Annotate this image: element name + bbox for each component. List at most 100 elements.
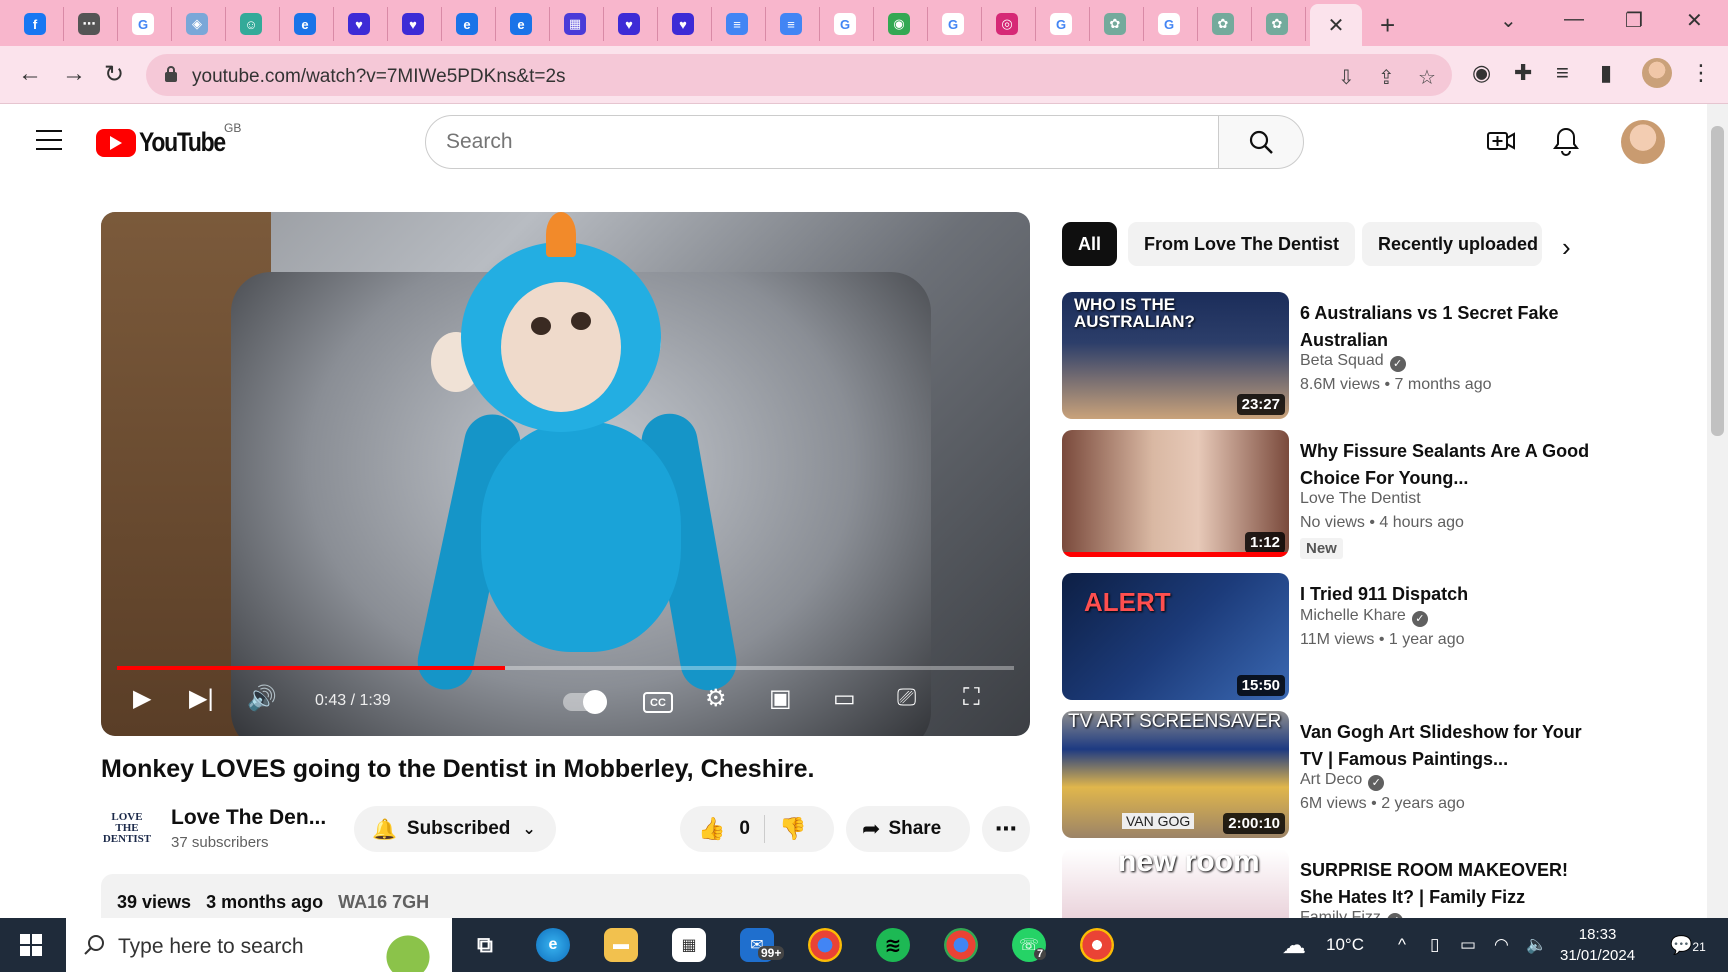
volume-icon[interactable]: 🔊 xyxy=(247,684,277,713)
recommendation-title[interactable]: Why Fissure Sealants Are A Good Choice F… xyxy=(1300,438,1590,492)
microsoft-store-icon[interactable]: ▦ xyxy=(672,928,706,962)
taskbar-clock[interactable]: 18:33 31/01/2024 xyxy=(1560,924,1635,966)
new-tab-button[interactable]: + xyxy=(1380,10,1395,41)
battery-icon[interactable]: ▭ xyxy=(1460,935,1476,955)
weather-temp[interactable]: 10°C xyxy=(1326,935,1364,955)
edge-icon[interactable]: e xyxy=(536,928,570,962)
browser-tab[interactable]: e xyxy=(500,7,550,41)
browser-tab[interactable]: ◎ xyxy=(986,7,1036,41)
share-button[interactable]: ➦ Share xyxy=(846,806,970,852)
video-thumbnail[interactable]: TV ART SCREENSAVER VAN GOG 2:00:10 xyxy=(1062,711,1289,838)
recommendation-channel[interactable]: Love The Dentist xyxy=(1300,490,1421,508)
page-scrollbar[interactable] xyxy=(1707,104,1728,918)
recommendation-channel[interactable]: Family Fizz✓ xyxy=(1300,909,1403,918)
chevron-right-icon[interactable]: › xyxy=(1562,232,1571,263)
browser-tab[interactable]: ◈ xyxy=(176,7,226,41)
autoplay-toggle[interactable] xyxy=(563,690,607,714)
close-tab-icon[interactable]: ✕ xyxy=(1328,13,1345,38)
captions-button[interactable]: CC xyxy=(643,692,673,713)
video-player[interactable]: ▶ ▶| 🔊 0:43 / 1:39 CC ⚙ ▣ ▭ ⎚ ⛶ xyxy=(101,212,1030,736)
recommendation-title[interactable]: Van Gogh Art Slideshow for Your TV | Fam… xyxy=(1300,719,1590,773)
tray-chevron-icon[interactable]: ^ xyxy=(1398,935,1406,955)
recommendation-title[interactable]: SURPRISE ROOM MAKEOVER! She Hates It? | … xyxy=(1300,857,1590,911)
speaker-icon[interactable]: 🔈 xyxy=(1526,935,1547,955)
youtube-logo[interactable]: YouTube xyxy=(96,127,240,158)
channel-logo[interactable]: LOVE THE DENTIST xyxy=(101,812,153,845)
miniplayer-icon[interactable]: ▣ xyxy=(769,684,792,713)
browser-tab[interactable]: ≡ xyxy=(716,7,766,41)
install-icon[interactable]: ⇩ xyxy=(1338,65,1355,90)
search-button[interactable] xyxy=(1218,115,1304,169)
subscribed-button[interactable]: 🔔 Subscribed ⌄ xyxy=(354,806,556,852)
location-tag[interactable]: WA16 7GH xyxy=(338,892,429,912)
create-video-icon[interactable] xyxy=(1486,126,1516,156)
chrome-icon[interactable] xyxy=(808,928,842,962)
recommendation-item[interactable]: TV ART SCREENSAVER VAN GOG 2:00:10 Van G… xyxy=(1062,711,1592,839)
browser-tab[interactable]: ☺ xyxy=(230,7,280,41)
browser-tab[interactable]: ▦ xyxy=(554,7,604,41)
task-view-icon[interactable]: ⧉ xyxy=(468,928,502,962)
recommendation-channel[interactable]: Michelle Khare ✓ xyxy=(1300,607,1428,627)
back-icon[interactable]: ← xyxy=(18,60,42,88)
scrollbar-thumb[interactable] xyxy=(1711,126,1724,436)
chrome-second-profile-icon[interactable] xyxy=(1080,928,1114,962)
browser-tab[interactable]: e xyxy=(446,7,496,41)
fullscreen-icon[interactable]: ⛶ xyxy=(963,684,980,712)
active-tab[interactable]: ✕ xyxy=(1310,4,1362,46)
browser-tab[interactable]: ♥ xyxy=(392,7,442,41)
browser-tab[interactable]: G xyxy=(824,7,874,41)
mail-icon[interactable]: ✉ 99+ xyxy=(740,928,785,962)
more-actions-icon[interactable]: ⋯ xyxy=(982,806,1030,852)
windows-start-icon[interactable] xyxy=(20,934,42,956)
side-panel-icon[interactable]: ▮ xyxy=(1600,60,1612,86)
guide-menu-icon[interactable] xyxy=(36,130,62,157)
restore-icon[interactable]: ❐ xyxy=(1625,8,1643,33)
url-text[interactable]: youtube.com/watch?v=7MIWe5PDKns&t=2s xyxy=(192,66,566,88)
theater-mode-icon[interactable]: ▭ xyxy=(833,684,856,713)
wifi-icon[interactable]: ◠ xyxy=(1494,935,1509,955)
like-button[interactable]: 👍 0 xyxy=(698,816,750,842)
search-box[interactable] xyxy=(425,115,1219,169)
taskbar-search[interactable]: Type here to search xyxy=(66,918,452,972)
browser-tab[interactable]: ⋯ xyxy=(68,7,118,41)
share-page-icon[interactable]: ⇪ xyxy=(1378,65,1395,90)
cast-icon[interactable]: ⎚ xyxy=(897,684,916,712)
browser-tab[interactable]: ✿ xyxy=(1094,7,1144,41)
chip-from-channel[interactable]: From Love The Dentist xyxy=(1128,222,1356,266)
browser-tab[interactable]: e xyxy=(284,7,334,41)
video-thumbnail[interactable]: ALERT 15:50 xyxy=(1062,573,1289,700)
browser-tab[interactable]: G xyxy=(932,7,982,41)
notifications-bell-icon[interactable] xyxy=(1552,126,1580,156)
thumbs-down-icon[interactable]: 👎 xyxy=(779,816,806,842)
grammarly-icon[interactable]: ◉ xyxy=(1472,60,1491,86)
recommendation-item[interactable]: new room SURPRISE ROOM MAKEOVER! She Hat… xyxy=(1062,849,1592,918)
bookmark-star-icon[interactable]: ☆ xyxy=(1418,65,1436,90)
progress-bar[interactable] xyxy=(117,666,1014,670)
chip-recently-uploaded[interactable]: Recently uploaded xyxy=(1362,222,1542,266)
account-avatar[interactable] xyxy=(1621,120,1665,164)
browser-tab[interactable]: ◉ xyxy=(878,7,928,41)
browser-tab[interactable]: ✿ xyxy=(1202,7,1252,41)
device-icon[interactable]: ▯ xyxy=(1430,935,1439,955)
reload-icon[interactable]: ↻ xyxy=(104,60,124,89)
extensions-icon[interactable]: ✚ xyxy=(1514,60,1532,86)
recommendation-title[interactable]: 6 Australians vs 1 Secret Fake Australia… xyxy=(1300,300,1590,354)
whatsapp-icon[interactable]: ☏ 7 xyxy=(1012,928,1047,962)
browser-tab[interactable]: f xyxy=(14,7,64,41)
close-window-icon[interactable]: ✕ xyxy=(1686,8,1703,33)
weather-cloud-icon[interactable]: ☁ xyxy=(1282,931,1306,960)
recommendation-item[interactable]: WHO IS THE AUSTRALIAN? 23:27 6 Australia… xyxy=(1062,292,1592,420)
chrome-profile-icon[interactable] xyxy=(944,928,978,962)
media-control-icon[interactable]: ≡ xyxy=(1556,60,1569,86)
tab-search-icon[interactable]: ⌄ xyxy=(1500,8,1517,33)
video-thumbnail[interactable]: new room xyxy=(1062,849,1289,918)
menu-dots-icon[interactable]: ⋮ xyxy=(1690,60,1712,86)
browser-tab[interactable]: ✿ xyxy=(1256,7,1306,41)
spotify-icon[interactable]: ≋ xyxy=(876,928,910,962)
profile-avatar[interactable] xyxy=(1642,58,1672,88)
video-thumbnail[interactable]: WHO IS THE AUSTRALIAN? 23:27 xyxy=(1062,292,1289,419)
browser-tab[interactable]: ♥ xyxy=(662,7,712,41)
minimize-icon[interactable]: — xyxy=(1564,8,1584,31)
browser-tab[interactable]: G xyxy=(1040,7,1090,41)
channel-name[interactable]: Love The Den... xyxy=(171,806,326,830)
